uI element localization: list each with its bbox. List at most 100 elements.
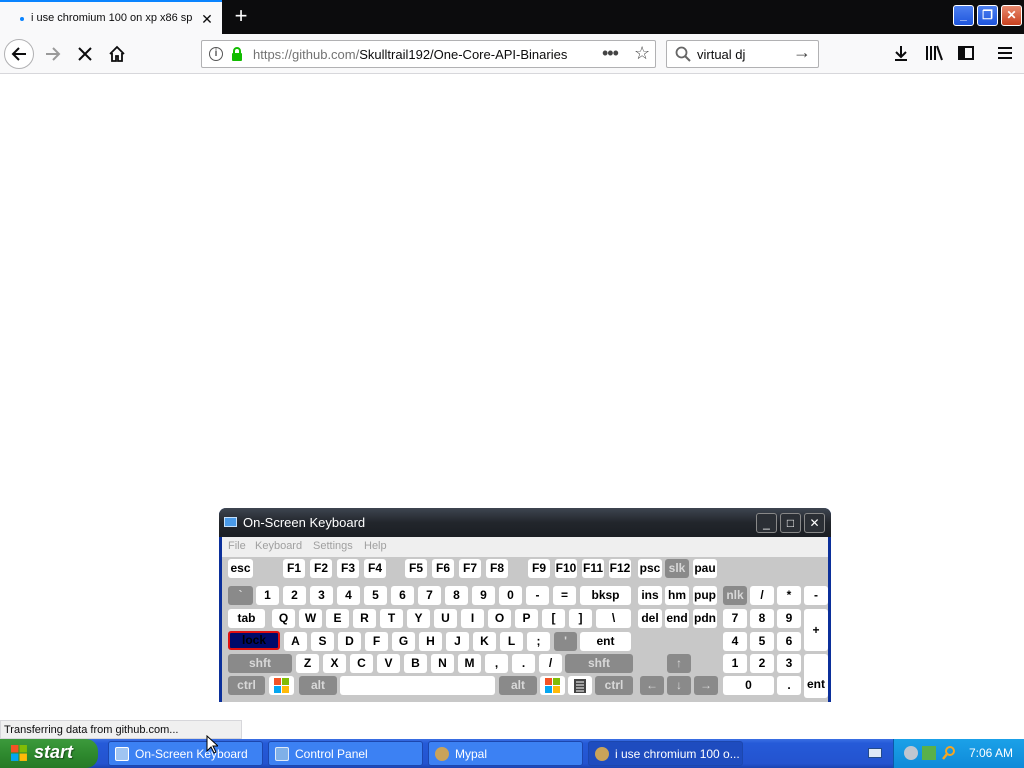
- site-info-icon[interactable]: i: [209, 47, 223, 61]
- sidebar-button[interactable]: [955, 42, 977, 64]
- osk-key-w[interactable]: W: [299, 609, 322, 628]
- osk-key-kp4[interactable]: 4: [723, 632, 747, 651]
- osk-key-up[interactable]: ↑: [667, 654, 691, 673]
- osk-key-kp9[interactable]: 9: [777, 609, 801, 628]
- osk-menu-keyboard[interactable]: Keyboard: [255, 540, 302, 552]
- osk-key-p[interactable]: P: [515, 609, 538, 628]
- osk-key-a[interactable]: A: [284, 632, 307, 651]
- task-browser-active[interactable]: i use chromium 100 o...: [588, 741, 743, 766]
- search-go-arrow-icon[interactable]: →: [793, 42, 811, 63]
- osk-key-n0[interactable]: 0: [499, 586, 522, 605]
- osk-key-j[interactable]: J: [446, 632, 469, 651]
- osk-key-semi[interactable]: ;: [527, 632, 550, 651]
- task-control-panel[interactable]: Control Panel: [268, 741, 423, 766]
- osk-key-rctrl[interactable]: ctrl: [595, 676, 633, 695]
- osk-key-hm[interactable]: hm: [665, 586, 689, 605]
- osk-key-ralt[interactable]: alt: [499, 676, 537, 695]
- osk-key-f1[interactable]: F1: [283, 559, 305, 578]
- osk-key-kp6[interactable]: 6: [777, 632, 801, 651]
- osk-menu-settings[interactable]: Settings: [313, 540, 353, 552]
- osk-key-n5[interactable]: 5: [364, 586, 387, 605]
- osk-key-i[interactable]: I: [461, 609, 484, 628]
- osk-key-space[interactable]: [340, 676, 495, 695]
- osk-key-h[interactable]: H: [419, 632, 442, 651]
- osk-key-s[interactable]: S: [311, 632, 334, 651]
- osk-key-f3[interactable]: F3: [337, 559, 359, 578]
- osk-key-bslash[interactable]: \: [596, 609, 631, 628]
- osk-key-k[interactable]: K: [473, 632, 496, 651]
- osk-key-kp-div[interactable]: /: [750, 586, 774, 605]
- osk-key-g[interactable]: G: [392, 632, 415, 651]
- osk-menu-help[interactable]: Help: [364, 540, 387, 552]
- osk-maximize-button[interactable]: □: [780, 513, 801, 533]
- osk-key-o[interactable]: O: [488, 609, 511, 628]
- url-text[interactable]: https://github.com/Skulltrail192/One-Cor…: [253, 47, 573, 62]
- osk-key-f9[interactable]: F9: [528, 559, 550, 578]
- bookmark-star-icon[interactable]: ☆: [634, 43, 650, 64]
- osk-key-lalt[interactable]: alt: [299, 676, 337, 695]
- osk-key-f4[interactable]: F4: [364, 559, 386, 578]
- home-button[interactable]: [102, 39, 132, 69]
- osk-key-kp-ent[interactable]: ent: [804, 654, 828, 698]
- back-button[interactable]: [4, 39, 34, 69]
- osk-key-x[interactable]: X: [323, 654, 346, 673]
- osk-key-ins[interactable]: ins: [638, 586, 662, 605]
- osk-key-n8[interactable]: 8: [445, 586, 468, 605]
- osk-key-caps[interactable]: lock: [228, 631, 280, 650]
- osk-key-n9[interactable]: 9: [472, 586, 495, 605]
- osk-key-kp-add[interactable]: +: [804, 609, 828, 651]
- task-on-screen-keyboard[interactable]: On-Screen Keyboard: [108, 741, 263, 766]
- osk-key-f7[interactable]: F7: [459, 559, 481, 578]
- tab-close-button[interactable]: ✕: [198, 10, 216, 28]
- osk-key-r[interactable]: R: [353, 609, 376, 628]
- osk-key-pau[interactable]: pau: [693, 559, 717, 578]
- osk-key-minus[interactable]: -: [526, 586, 549, 605]
- osk-key-kp-mul[interactable]: *: [777, 586, 801, 605]
- osk-key-n1[interactable]: 1: [256, 586, 279, 605]
- search-input[interactable]: virtual dj: [697, 47, 745, 62]
- osk-minimize-button[interactable]: _: [756, 513, 777, 533]
- osk-key-down[interactable]: ↓: [667, 676, 691, 695]
- osk-key-e[interactable]: E: [326, 609, 349, 628]
- volume-icon[interactable]: [904, 746, 918, 760]
- osk-key-kp8[interactable]: 8: [750, 609, 774, 628]
- url-bar[interactable]: i https://github.com/Skulltrail192/One-C…: [201, 40, 656, 68]
- osk-key-f10[interactable]: F10: [555, 559, 577, 578]
- osk-key-kp5[interactable]: 5: [750, 632, 774, 651]
- osk-key-lctrl[interactable]: ctrl: [228, 676, 265, 695]
- osk-key-kp0[interactable]: 0: [723, 676, 774, 695]
- window-minimize-button[interactable]: _: [953, 5, 974, 26]
- lock-icon[interactable]: [231, 46, 243, 62]
- osk-key-u[interactable]: U: [434, 609, 457, 628]
- osk-key-psc[interactable]: psc: [638, 559, 662, 578]
- task-mypal[interactable]: Mypal: [428, 741, 583, 766]
- osk-close-button[interactable]: ✕: [804, 513, 825, 533]
- osk-key-f5[interactable]: F5: [405, 559, 427, 578]
- osk-key-l[interactable]: L: [500, 632, 523, 651]
- osk-key-del[interactable]: del: [638, 609, 662, 628]
- osk-key-n3[interactable]: 3: [310, 586, 333, 605]
- osk-key-nlk[interactable]: nlk: [723, 586, 747, 605]
- osk-key-rshft[interactable]: shft: [565, 654, 633, 673]
- page-actions-icon[interactable]: •••: [602, 43, 619, 64]
- osk-key-equals[interactable]: =: [553, 586, 576, 605]
- osk-key-kp7[interactable]: 7: [723, 609, 747, 628]
- osk-key-n2[interactable]: 2: [283, 586, 306, 605]
- osk-key-n[interactable]: N: [431, 654, 454, 673]
- stop-button[interactable]: [70, 39, 100, 69]
- osk-key-slk[interactable]: slk: [665, 559, 689, 578]
- osk-key-y[interactable]: Y: [407, 609, 430, 628]
- osk-key-tab[interactable]: tab: [228, 609, 265, 628]
- osk-key-t[interactable]: T: [380, 609, 403, 628]
- osk-key-lwin[interactable]: [269, 676, 294, 695]
- osk-key-ent[interactable]: ent: [580, 632, 631, 651]
- osk-menu-file[interactable]: File: [228, 540, 246, 552]
- search-bar[interactable]: virtual dj →: [666, 40, 819, 68]
- language-bar-icon[interactable]: [868, 748, 882, 758]
- osk-key-n7[interactable]: 7: [418, 586, 441, 605]
- osk-key-end[interactable]: end: [665, 609, 689, 628]
- osk-key-kp-sub[interactable]: -: [804, 586, 828, 605]
- osk-key-left[interactable]: ←: [640, 676, 664, 695]
- osk-key-bksp[interactable]: bksp: [580, 586, 631, 605]
- osk-key-b[interactable]: B: [404, 654, 427, 673]
